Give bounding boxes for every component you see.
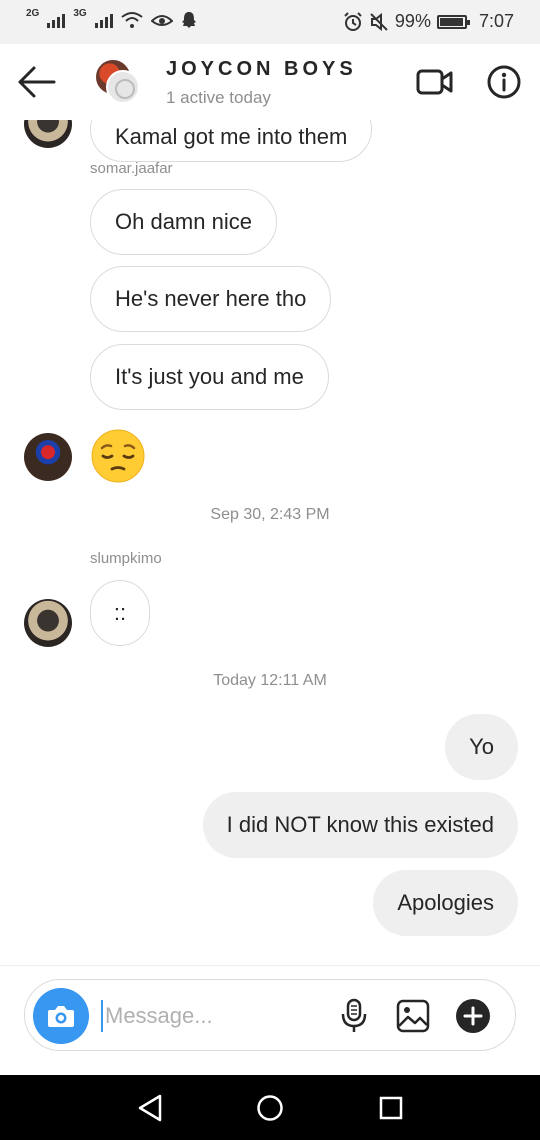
group-avatar[interactable]	[94, 58, 142, 106]
info-icon[interactable]	[486, 64, 522, 100]
message-thread[interactable]: Kamal got me into them somar.jaafar Oh d…	[0, 120, 540, 965]
status-right: 99% 7:07	[343, 11, 514, 32]
snapchat-icon	[181, 12, 196, 28]
nav-recents-icon[interactable]	[378, 1095, 404, 1121]
eye-icon	[150, 15, 173, 26]
signal-bars-icon	[94, 12, 113, 28]
mute-icon	[370, 12, 388, 31]
chat-title[interactable]: JOYCON BOYS	[166, 58, 357, 81]
message-bubble[interactable]: He's never here tho	[90, 266, 332, 332]
sender-name: somar.jaafar	[90, 160, 173, 177]
signal-bars-icon	[47, 12, 66, 28]
camera-button[interactable]	[33, 988, 89, 1044]
alarm-icon	[344, 11, 362, 31]
message-bubble-sent[interactable]: I did NOT know this existed	[202, 792, 518, 858]
nav-home-icon[interactable]	[256, 1094, 284, 1122]
message-bubble[interactable]: Kamal got me into them	[90, 120, 373, 162]
wifi-icon	[121, 12, 143, 28]
plus-icon[interactable]	[455, 998, 491, 1034]
avatar[interactable]	[24, 120, 72, 148]
message-bubble[interactable]: ::	[90, 580, 150, 646]
sender-name: slumpkimo	[90, 550, 162, 567]
message-bubble-sent[interactable]: Yo	[445, 714, 518, 780]
composer-area	[0, 965, 540, 1076]
message-bubble[interactable]: It's just you and me	[90, 344, 329, 410]
back-arrow-icon[interactable]	[16, 64, 56, 100]
pensive-face-emoji-icon[interactable]	[90, 428, 146, 484]
battery-icon	[436, 14, 470, 29]
avatar[interactable]	[24, 599, 72, 647]
chat-header: JOYCON BOYS 1 active today	[0, 44, 540, 120]
text-caret	[101, 1000, 103, 1032]
video-call-icon[interactable]	[416, 66, 454, 98]
gallery-icon[interactable]	[395, 998, 431, 1034]
clock: 7:07	[478, 11, 514, 31]
active-status: 1 active today	[166, 88, 271, 107]
message-composer[interactable]	[24, 979, 516, 1051]
status-bar: 2G 3G 99% 7:07	[0, 0, 540, 44]
timestamp: Today 12:11 AM	[213, 672, 327, 689]
battery-percent: 99%	[394, 11, 431, 31]
avatar[interactable]	[24, 433, 72, 481]
system-nav-bar	[0, 1075, 540, 1140]
default-avatar-icon	[106, 70, 140, 104]
message-bubble[interactable]: Oh damn nice	[90, 189, 277, 255]
camera-icon	[48, 1006, 74, 1027]
microphone-icon[interactable]	[337, 998, 371, 1034]
timestamp: Sep 30, 2:43 PM	[210, 506, 330, 523]
network-2g-label: 2G	[26, 8, 40, 19]
message-bubble-sent[interactable]: Apologies	[373, 870, 518, 936]
nav-back-icon[interactable]	[136, 1093, 164, 1123]
status-left: 2G 3G	[26, 8, 197, 29]
network-3g-label: 3G	[73, 8, 87, 19]
message-input[interactable]	[105, 998, 305, 1034]
